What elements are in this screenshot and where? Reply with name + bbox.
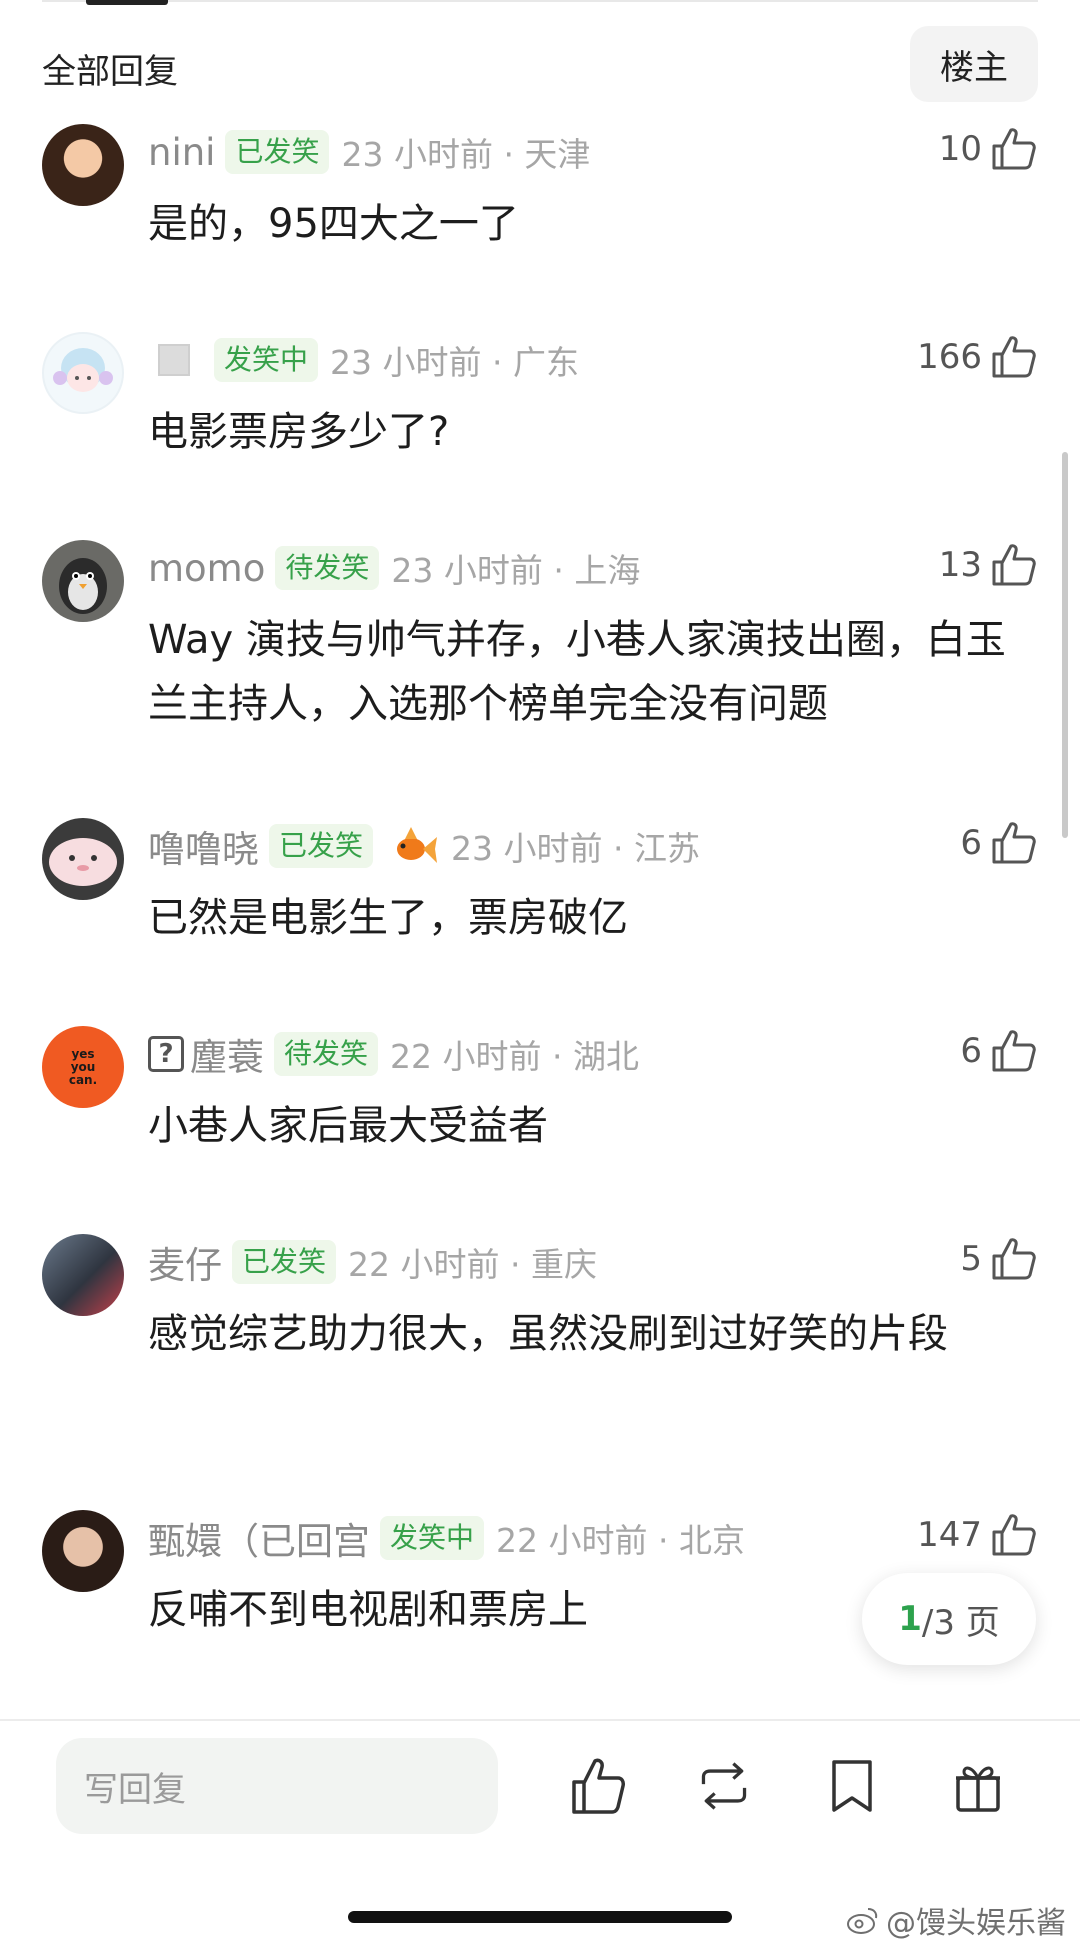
time-location: 22 小时前 · 北京 <box>496 1521 745 1560</box>
status-badge: 发笑中 <box>214 338 319 382</box>
username[interactable]: 麦仔 <box>148 1235 222 1289</box>
like-count: 10 <box>938 129 982 169</box>
time-location: 23 小时前 · 上海 <box>391 551 641 590</box>
op-only-button[interactable]: 楼主 <box>910 26 1038 102</box>
weibo-logo-icon <box>847 1908 878 1934</box>
like-button[interactable]: 147 <box>917 1512 1038 1558</box>
avatar[interactable]: yes you can. <box>42 1026 124 1108</box>
like-button[interactable]: 166 <box>917 334 1038 380</box>
like-count: 5 <box>960 1239 982 1279</box>
avatar[interactable] <box>42 1234 124 1316</box>
cartoon-avatar-icon <box>53 348 113 392</box>
like-count: 6 <box>960 1031 982 1071</box>
watermark: @馒头娱乐酱 <box>846 1898 1066 1942</box>
thumbs-up-icon <box>992 1514 1036 1556</box>
repost-icon[interactable] <box>696 1756 752 1816</box>
comment-meta: 甄嬛（已回宫 发笑中 22 小时前 · 北京 <box>148 1511 745 1565</box>
comment-meta: ? 麈蓑 待发笑 22 小时前 · 湖北 <box>148 1027 639 1081</box>
thumbs-up-icon[interactable] <box>570 1756 626 1816</box>
gift-icon[interactable] <box>950 1756 1006 1816</box>
penguin-avatar-icon <box>59 558 107 614</box>
question-mark-icon: ? <box>148 1036 184 1072</box>
status-badge: 已发笑 <box>225 130 330 174</box>
comment-text: 是的，95四大之一了 <box>148 201 519 247</box>
active-tab-indicator <box>86 0 168 5</box>
comment-text: 电影票房多少了? <box>148 409 450 455</box>
avatar-text: yes you can. <box>68 1046 98 1087</box>
comment-meta: momo 待发笑 23 小时前 · 上海 <box>148 544 640 592</box>
username[interactable]: nini <box>148 131 215 174</box>
time-location: 23 小时前 · 广东 <box>330 343 579 382</box>
avatar[interactable] <box>42 818 124 900</box>
status-badge: 待发笑 <box>274 1032 379 1076</box>
goldfish-icon <box>397 827 438 863</box>
thumbs-up-icon <box>992 128 1036 170</box>
comment-meta: 麦仔 已发笑 22 小时前 · 重庆 <box>148 1235 597 1289</box>
status-badge: 已发笑 <box>232 1240 337 1284</box>
comment-meta: 噜噜晓 已发笑 23 小时前 · 江苏 <box>148 819 700 873</box>
status-badge: 发笑中 <box>380 1516 485 1560</box>
username[interactable]: 麈蓑 <box>190 1027 264 1081</box>
bookmark-icon[interactable] <box>824 1756 880 1816</box>
thumbs-up-icon <box>992 1030 1036 1072</box>
top-divider <box>42 0 1038 2</box>
comment-text: 已然是电影生了，票房破亿 <box>148 895 628 941</box>
like-count: 6 <box>960 823 982 863</box>
thumbs-up-icon <box>992 1238 1036 1280</box>
pagination-button[interactable]: 1/3 页 <box>862 1573 1036 1665</box>
comment-text: 小巷人家后最大受益者 <box>148 1103 548 1149</box>
like-count: 13 <box>938 545 982 585</box>
like-button[interactable]: 5 <box>960 1236 1038 1282</box>
time-location: 23 小时前 · 天津 <box>341 135 591 174</box>
home-indicator[interactable] <box>348 1911 732 1923</box>
comment-text: 感觉综艺助力很大，虽然没刷到过好笑的片段 <box>148 1311 948 1357</box>
username[interactable]: 甄嬛（已回宫 <box>148 1511 370 1565</box>
time-location: 22 小时前 · 湖北 <box>390 1037 639 1076</box>
like-button[interactable]: 6 <box>960 820 1038 866</box>
comment-text: Way 演技与帅气并存，小巷人家演技出圈，白玉兰主持人，入选那个榜单完全没有问题 <box>148 617 1006 727</box>
thumbs-up-icon <box>992 544 1036 586</box>
current-page: 1 <box>898 1599 922 1639</box>
reply-input[interactable]: 写回复 <box>56 1738 498 1834</box>
replies-header: 全部回复 楼主 <box>42 26 1038 102</box>
placeholder-emoji-icon <box>158 344 190 376</box>
avatar[interactable] <box>42 540 124 622</box>
watermark-text: @馒头娱乐酱 <box>886 1906 1066 1941</box>
status-badge: 已发笑 <box>269 824 374 868</box>
avatar[interactable] <box>42 124 124 206</box>
username[interactable]: 噜噜晓 <box>148 819 259 873</box>
username[interactable]: momo <box>148 547 265 590</box>
scrollbar[interactable] <box>1062 452 1068 838</box>
status-badge: 待发笑 <box>275 546 380 590</box>
comment-meta: nini 已发笑 23 小时前 · 天津 <box>148 128 590 176</box>
thumbs-up-icon <box>992 822 1036 864</box>
like-button[interactable]: 13 <box>939 542 1038 588</box>
like-button[interactable]: 10 <box>939 126 1038 172</box>
thumbs-up-icon <box>992 336 1036 378</box>
plush-avatar-icon <box>49 838 117 886</box>
total-pages: /3 页 <box>921 1602 1000 1643</box>
time-location: 23 小时前 · 江苏 <box>451 829 700 868</box>
like-button[interactable]: 6 <box>960 1028 1038 1074</box>
comment-meta: 发笑中 23 小时前 · 广东 <box>148 336 579 384</box>
bottom-divider <box>0 1719 1080 1721</box>
avatar[interactable] <box>42 332 124 414</box>
avatar[interactable] <box>42 1510 124 1592</box>
all-replies-title: 全部回复 <box>42 52 178 92</box>
like-count: 166 <box>917 337 982 377</box>
like-count: 147 <box>917 1515 982 1555</box>
time-location: 22 小时前 · 重庆 <box>348 1245 597 1284</box>
